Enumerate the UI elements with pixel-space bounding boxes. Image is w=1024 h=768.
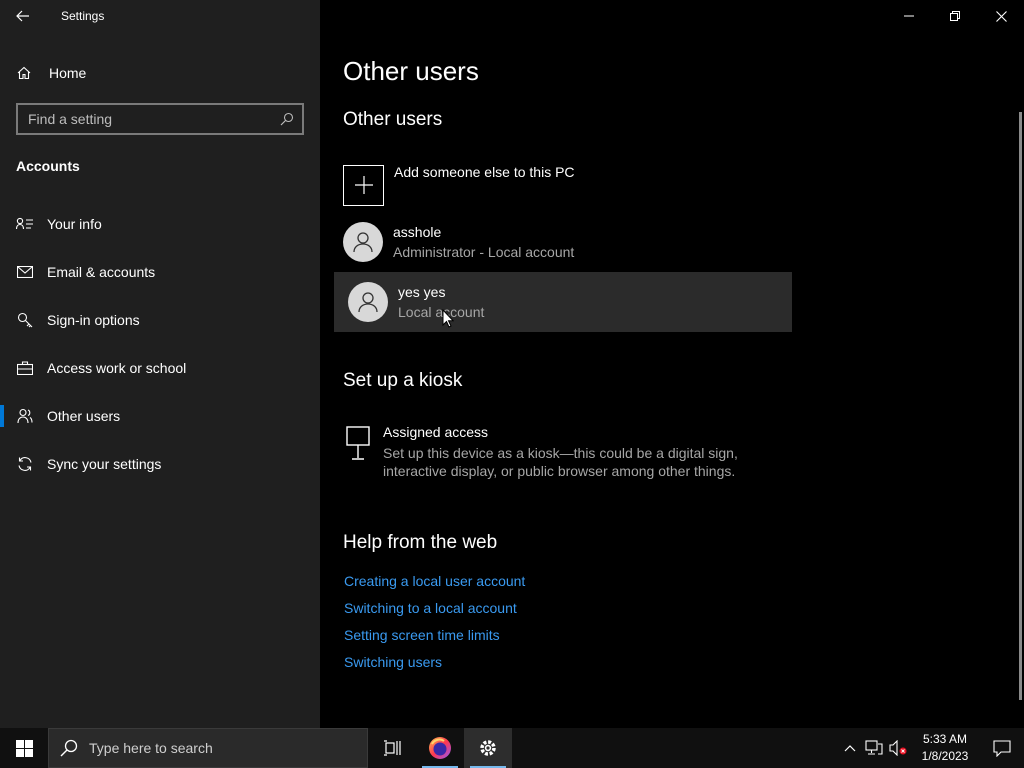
gear-icon bbox=[480, 740, 496, 756]
people-icon bbox=[16, 407, 34, 425]
firefox-taskbar-button[interactable] bbox=[416, 728, 464, 768]
help-links: Creating a local user account Switching … bbox=[344, 572, 525, 680]
clock-time: 5:33 AM bbox=[922, 732, 968, 746]
system-tray: 5:33 AM 1/8/2023 bbox=[838, 728, 1024, 768]
user-item[interactable]: asshole Administrator - Local account bbox=[343, 217, 783, 267]
task-view-icon bbox=[384, 740, 401, 756]
settings-search-input[interactable] bbox=[18, 111, 272, 127]
help-link[interactable]: Creating a local user account bbox=[344, 572, 525, 599]
taskbar-search-placeholder: Type here to search bbox=[89, 740, 213, 756]
clock-date: 1/8/2023 bbox=[921, 749, 969, 763]
help-link[interactable]: Setting screen time limits bbox=[344, 626, 525, 653]
user-name: yes yes bbox=[398, 284, 446, 300]
section-label-accounts: Accounts bbox=[16, 158, 80, 174]
restore-button[interactable] bbox=[932, 0, 978, 32]
user-item[interactable]: yes yes Local account bbox=[334, 272, 792, 332]
user-avatar-icon bbox=[348, 282, 388, 322]
task-view-button[interactable] bbox=[368, 728, 416, 768]
sidebar: Settings Home Accounts Your info Email &… bbox=[0, 0, 320, 728]
close-icon bbox=[995, 10, 1007, 22]
add-user-label: Add someone else to this PC bbox=[394, 164, 575, 180]
search-icon bbox=[49, 739, 89, 757]
page-title: Other users bbox=[343, 56, 479, 86]
other-users-heading: Other users bbox=[343, 109, 443, 130]
sync-icon bbox=[16, 455, 34, 473]
sidebar-item-label: Your info bbox=[47, 216, 102, 232]
scrollbar[interactable] bbox=[1019, 112, 1022, 700]
main-content: Other users Other users Add someone else… bbox=[320, 0, 1024, 728]
briefcase-icon bbox=[16, 359, 34, 377]
add-user-button[interactable]: Add someone else to this PC bbox=[343, 160, 783, 210]
assigned-access-button[interactable]: Assigned access Set up this device as a … bbox=[343, 424, 783, 480]
sidebar-item-other-users[interactable]: Other users bbox=[0, 392, 320, 440]
kiosk-heading: Set up a kiosk bbox=[343, 370, 463, 391]
chevron-up-icon bbox=[844, 745, 856, 752]
network-button[interactable] bbox=[862, 728, 886, 768]
minimize-icon bbox=[904, 15, 914, 17]
volume-button[interactable] bbox=[886, 728, 910, 768]
sidebar-nav: Your info Email & accounts Sign-in optio… bbox=[0, 200, 320, 488]
contact-icon bbox=[16, 215, 34, 233]
sidebar-item-sync[interactable]: Sync your settings bbox=[0, 440, 320, 488]
help-heading: Help from the web bbox=[343, 532, 498, 553]
action-center-button[interactable] bbox=[980, 728, 1024, 768]
kiosk-monitor-icon bbox=[343, 426, 373, 480]
back-button[interactable] bbox=[0, 0, 46, 32]
sidebar-item-label: Email & accounts bbox=[47, 264, 156, 280]
sidebar-item-label: Sign-in options bbox=[47, 312, 140, 328]
windows-logo-icon bbox=[15, 739, 33, 757]
back-arrow-icon bbox=[16, 10, 29, 22]
sidebar-item-email-accounts[interactable]: Email & accounts bbox=[0, 248, 320, 296]
restore-icon bbox=[950, 11, 960, 21]
sidebar-item-label: Access work or school bbox=[47, 360, 187, 376]
window-controls bbox=[886, 0, 1024, 32]
user-name: asshole bbox=[393, 224, 442, 240]
settings-search-box[interactable] bbox=[16, 103, 304, 135]
clock[interactable]: 5:33 AM 1/8/2023 bbox=[910, 731, 980, 765]
sidebar-item-home[interactable]: Home bbox=[0, 56, 320, 90]
minimize-button[interactable] bbox=[886, 0, 932, 32]
help-link[interactable]: Switching users bbox=[344, 653, 525, 680]
titlebar-left: Settings bbox=[0, 0, 320, 32]
app-title: Settings bbox=[61, 9, 105, 23]
taskbar: Type here to search 5:33 AM 1/8/2023 bbox=[0, 728, 1024, 768]
key-icon bbox=[16, 311, 34, 329]
show-hidden-icons-button[interactable] bbox=[838, 728, 862, 768]
taskbar-search-box[interactable]: Type here to search bbox=[48, 728, 368, 768]
user-avatar-icon bbox=[343, 222, 383, 262]
sidebar-item-label: Sync your settings bbox=[47, 456, 162, 472]
home-icon bbox=[17, 66, 31, 80]
sidebar-item-label: Other users bbox=[47, 408, 121, 424]
user-account-type: Administrator - Local account bbox=[393, 244, 575, 260]
close-button[interactable] bbox=[978, 0, 1024, 32]
kiosk-description: Set up this device as a kiosk—this could… bbox=[383, 445, 738, 479]
kiosk-title: Assigned access bbox=[383, 424, 489, 440]
sidebar-item-your-info[interactable]: Your info bbox=[0, 200, 320, 248]
plus-icon bbox=[343, 164, 384, 206]
sidebar-item-access-work[interactable]: Access work or school bbox=[0, 344, 320, 392]
search-icon[interactable] bbox=[272, 105, 302, 133]
mouse-cursor-icon bbox=[442, 309, 454, 328]
volume-muted-icon bbox=[889, 740, 907, 756]
home-label: Home bbox=[49, 65, 87, 81]
settings-taskbar-button[interactable] bbox=[464, 728, 512, 768]
start-button[interactable] bbox=[0, 728, 48, 768]
help-link[interactable]: Switching to a local account bbox=[344, 599, 525, 626]
firefox-icon bbox=[429, 737, 451, 759]
sidebar-item-sign-in-options[interactable]: Sign-in options bbox=[0, 296, 320, 344]
mail-icon bbox=[16, 263, 34, 281]
network-icon bbox=[865, 740, 883, 755]
notification-icon bbox=[993, 739, 1011, 757]
